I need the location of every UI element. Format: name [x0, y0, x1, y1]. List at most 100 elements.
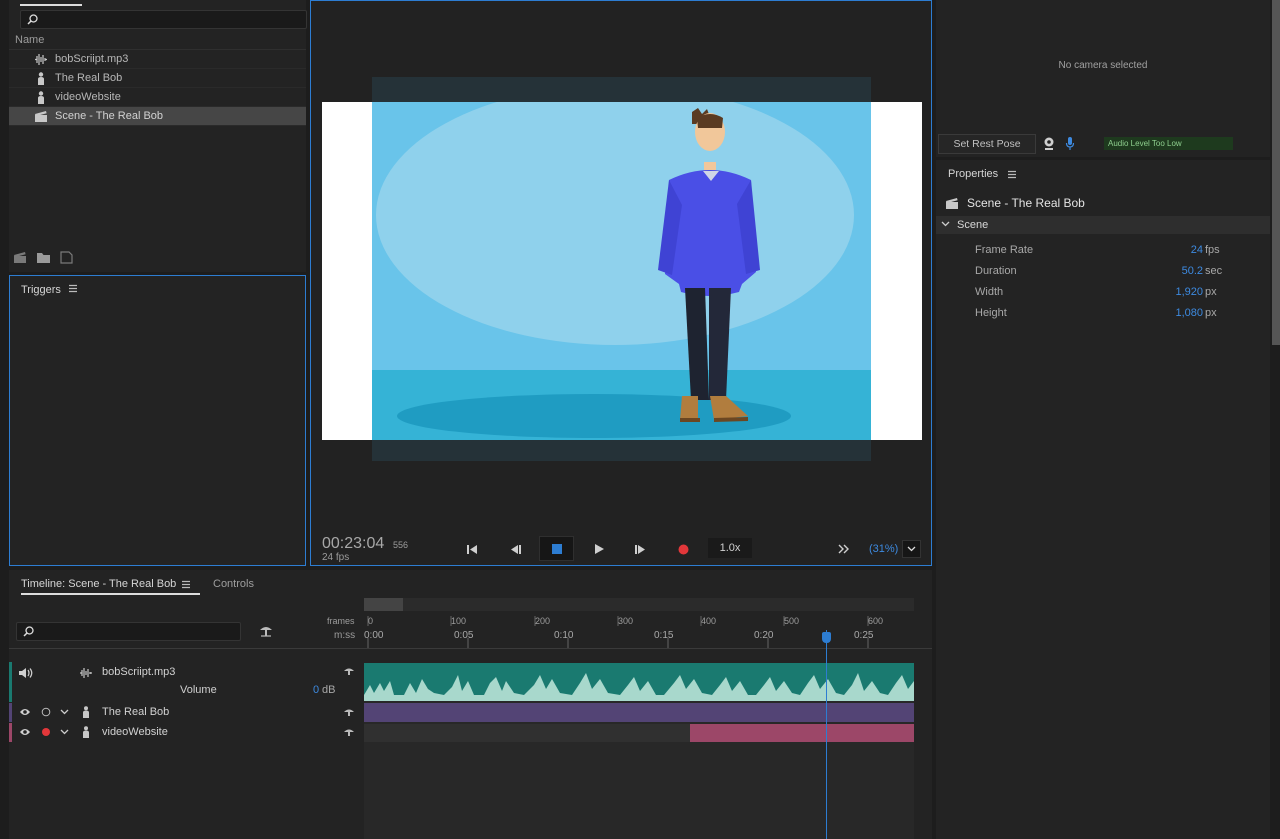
audio-icon — [80, 668, 92, 678]
track-the-real-bob[interactable]: The Real Bob — [9, 703, 362, 722]
microphone-icon[interactable] — [1065, 136, 1075, 151]
go-to-start-button[interactable] — [460, 537, 484, 561]
scene-section-header[interactable]: Scene — [936, 216, 1270, 234]
folder-icon[interactable] — [36, 251, 51, 264]
eye-icon[interactable] — [19, 727, 31, 737]
vertical-scrollbar[interactable] — [1272, 0, 1280, 345]
project-item-puppet[interactable]: videoWebsite — [9, 88, 306, 107]
track-name: bobScriipt.mp3 — [102, 666, 176, 678]
track-options-icon[interactable] — [343, 666, 355, 676]
project-item-audio[interactable]: bobScriipt.mp3 — [9, 50, 306, 69]
project-item-label: bobScriipt.mp3 — [55, 53, 129, 65]
puppet-icon — [38, 91, 44, 104]
project-item-label: videoWebsite — [55, 91, 121, 103]
property-label: Frame Rate — [975, 244, 1034, 256]
properties-panel: Properties Scene - The Real Bob Scene Fr… — [936, 160, 1270, 839]
property-value[interactable]: 50.2 — [1182, 265, 1203, 277]
frames-label: frames — [327, 616, 355, 626]
zoom-dropdown[interactable] — [902, 540, 921, 558]
project-search-input[interactable] — [20, 10, 307, 29]
chevron-down-icon — [941, 221, 950, 227]
step-forward-button[interactable] — [629, 537, 653, 561]
track-name: videoWebsite — [102, 726, 168, 738]
playhead[interactable] — [826, 630, 827, 839]
timeline-track-area[interactable] — [364, 663, 914, 839]
tab-timeline[interactable]: Timeline: Scene - The Real Bob — [21, 578, 176, 590]
property-height: Height 1,080 px — [936, 307, 1270, 323]
zoom-level[interactable]: (31%) — [869, 543, 898, 555]
record-arm-icon[interactable] — [41, 707, 51, 717]
frame-counter: 556 — [393, 540, 409, 550]
track-video-website[interactable]: videoWebsite — [9, 723, 362, 742]
track-audio[interactable]: bobScriipt.mp3 Volume 0 dB — [9, 662, 362, 702]
track-color-accent — [9, 703, 12, 722]
scene-icon — [946, 198, 958, 209]
puppet-clip-video-website[interactable] — [690, 724, 914, 742]
project-item-puppet[interactable]: The Real Bob — [9, 69, 306, 88]
step-forward-icon — [635, 544, 645, 554]
property-value[interactable]: 1,920 — [1175, 286, 1203, 298]
volume-value[interactable]: 0 — [313, 684, 319, 696]
hamburger-menu-icon[interactable] — [1007, 170, 1017, 179]
set-rest-pose-button[interactable]: Set Rest Pose — [938, 134, 1036, 154]
scroll-thumb[interactable] — [364, 598, 403, 611]
property-unit: fps — [1205, 244, 1220, 256]
step-back-icon — [511, 544, 521, 554]
playback-speed[interactable]: 1.0x — [708, 538, 752, 558]
stage-panel: 00:23:04 556 24 fps 1.0x (31%) — [310, 0, 932, 566]
new-item-icon[interactable] — [59, 251, 74, 264]
expand-chevrons-icon[interactable] — [838, 544, 850, 554]
audio-clip[interactable] — [364, 663, 914, 701]
webcam-icon[interactable] — [1043, 137, 1055, 151]
project-item-label: The Real Bob — [55, 72, 123, 84]
tab-controls[interactable]: Controls — [213, 578, 254, 590]
property-value[interactable]: 24 — [1191, 244, 1203, 256]
panel-title: Properties — [948, 168, 999, 180]
puppet-track-icon[interactable] — [258, 624, 274, 638]
divider — [9, 648, 932, 649]
audio-level-meter: Audio Level Too Low — [1104, 137, 1233, 150]
camera-panel: No camera selected Set Rest Pose Audio L… — [936, 0, 1270, 157]
track-color-accent — [9, 662, 12, 702]
project-item-scene[interactable]: Scene - The Real Bob — [9, 107, 306, 126]
property-frame-rate: Frame Rate 24 fps — [936, 244, 1270, 260]
record-arm-icon[interactable] — [41, 727, 51, 737]
volume-unit: dB — [322, 684, 336, 696]
step-back-button[interactable] — [503, 537, 527, 561]
scene-background — [372, 102, 871, 440]
eye-icon[interactable] — [19, 707, 31, 717]
triggers-panel: Triggers — [9, 275, 306, 566]
audio-icon — [35, 54, 47, 65]
speaker-icon[interactable] — [18, 667, 34, 679]
panel-title: Triggers — [21, 284, 61, 296]
timeline-zoom-scrollbar[interactable] — [364, 598, 914, 611]
play-button[interactable] — [587, 537, 611, 561]
puppet-clip-the-real-bob[interactable] — [364, 703, 914, 722]
scene-frame — [372, 77, 871, 461]
track-param-label: Volume — [180, 684, 217, 696]
record-button[interactable] — [671, 537, 695, 561]
chevron-down-icon[interactable] — [60, 709, 69, 715]
timeline-search-input[interactable] — [16, 622, 241, 641]
hamburger-menu-icon[interactable] — [68, 284, 78, 293]
track-options-icon[interactable] — [343, 727, 355, 737]
stop-button[interactable] — [539, 536, 574, 561]
hamburger-menu-icon[interactable] — [181, 580, 191, 589]
track-color-accent — [9, 723, 12, 742]
play-icon — [594, 544, 604, 554]
property-value[interactable]: 1,080 — [1175, 307, 1203, 319]
skip-start-icon — [467, 544, 477, 554]
active-tab-indicator — [21, 593, 200, 595]
new-scene-icon[interactable] — [13, 251, 28, 264]
time-label: m:ss — [334, 630, 356, 641]
name-column-header[interactable]: Name — [15, 34, 44, 46]
puppet-icon — [83, 706, 89, 718]
track-options-icon[interactable] — [343, 707, 355, 717]
property-unit: px — [1205, 307, 1217, 319]
timeline-panel: Timeline: Scene - The Real Bob Controls … — [9, 570, 932, 839]
chevron-down-icon[interactable] — [60, 729, 69, 735]
timecode-display: 00:23:04 — [322, 535, 385, 552]
fps-label: 24 fps — [322, 552, 350, 563]
camera-status: No camera selected — [1058, 60, 1148, 71]
character-artwork — [372, 102, 871, 440]
